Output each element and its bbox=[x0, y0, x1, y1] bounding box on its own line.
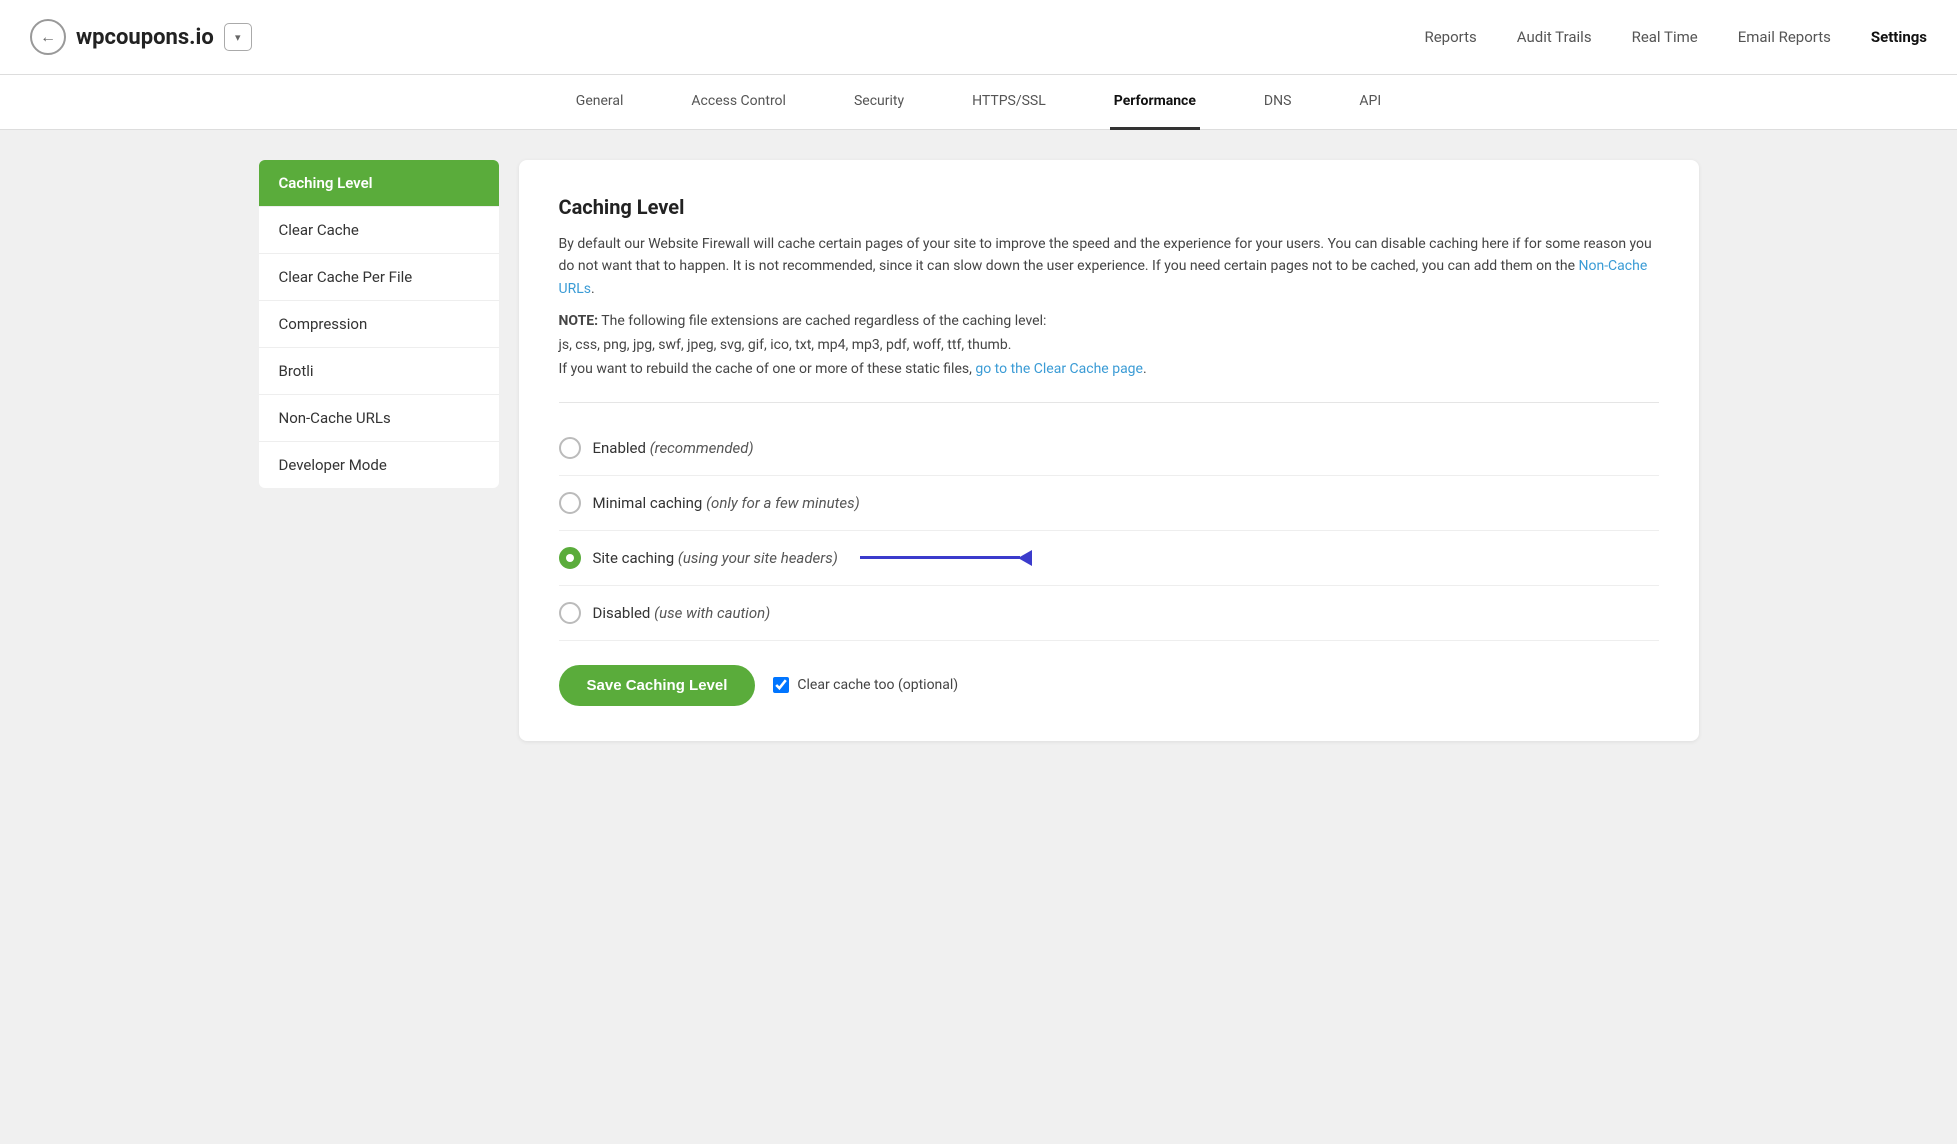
note-block: NOTE: The following file extensions are … bbox=[559, 310, 1659, 381]
save-section: Save Caching Level Clear cache too (opti… bbox=[559, 665, 1659, 706]
content-panel: Caching Level By default our Website Fir… bbox=[519, 160, 1699, 741]
app-header: ← wpcoupons.io ▾ Reports Audit Trails Re… bbox=[0, 0, 1957, 75]
description-text: By default our Website Firewall will cac… bbox=[559, 233, 1659, 300]
back-button[interactable]: ← bbox=[30, 19, 66, 55]
tab-api[interactable]: API bbox=[1355, 75, 1385, 130]
back-icon: ← bbox=[40, 27, 56, 47]
header-nav: Reports Audit Trails Real Time Email Rep… bbox=[1424, 28, 1927, 46]
nav-audit-trails[interactable]: Audit Trails bbox=[1517, 28, 1592, 46]
radio-enabled[interactable] bbox=[559, 437, 581, 459]
dropdown-icon: ▾ bbox=[235, 31, 241, 44]
nav-settings[interactable]: Settings bbox=[1871, 28, 1927, 46]
radio-minimal[interactable] bbox=[559, 492, 581, 514]
content-divider bbox=[559, 402, 1659, 403]
tab-dns[interactable]: DNS bbox=[1260, 75, 1296, 130]
radio-option-enabled[interactable]: Enabled (recommended) bbox=[559, 421, 1659, 476]
sidebar-item-non-cache-urls[interactable]: Non-Cache URLs bbox=[259, 395, 499, 442]
radio-option-site-caching[interactable]: Site caching (using your site headers) bbox=[559, 531, 1659, 586]
header-left: ← wpcoupons.io ▾ bbox=[30, 19, 1424, 55]
radio-site-caching[interactable] bbox=[559, 547, 581, 569]
clear-cache-checkbox-label[interactable]: Clear cache too (optional) bbox=[773, 677, 958, 693]
radio-disabled[interactable] bbox=[559, 602, 581, 624]
sidebar: Caching Level Clear Cache Clear Cache Pe… bbox=[259, 160, 499, 741]
main-layout: Caching Level Clear Cache Clear Cache Pe… bbox=[229, 130, 1729, 771]
radio-label-disabled: Disabled (use with caution) bbox=[593, 604, 771, 622]
tab-performance[interactable]: Performance bbox=[1110, 75, 1200, 130]
nav-real-time[interactable]: Real Time bbox=[1632, 28, 1698, 46]
radio-label-minimal: Minimal caching (only for a few minutes) bbox=[593, 494, 860, 512]
arrow-line bbox=[860, 556, 1020, 559]
clear-cache-checkbox-text: Clear cache too (optional) bbox=[797, 677, 958, 693]
sidebar-item-developer-mode[interactable]: Developer Mode bbox=[259, 442, 499, 488]
tab-access-control[interactable]: Access Control bbox=[687, 75, 790, 130]
site-name: wpcoupons.io bbox=[76, 25, 214, 50]
tab-https-ssl[interactable]: HTTPS/SSL bbox=[968, 75, 1050, 130]
sidebar-item-clear-cache[interactable]: Clear Cache bbox=[259, 207, 499, 254]
tab-general[interactable]: General bbox=[572, 75, 628, 130]
radio-option-disabled[interactable]: Disabled (use with caution) bbox=[559, 586, 1659, 641]
sidebar-item-caching-level[interactable]: Caching Level bbox=[259, 160, 499, 207]
site-dropdown-button[interactable]: ▾ bbox=[224, 23, 252, 51]
section-title: Caching Level bbox=[559, 195, 1659, 219]
radio-label-enabled: Enabled (recommended) bbox=[593, 439, 754, 457]
sidebar-item-brotli[interactable]: Brotli bbox=[259, 348, 499, 395]
arrow-head bbox=[1018, 550, 1032, 566]
tabs-bar: General Access Control Security HTTPS/SS… bbox=[0, 75, 1957, 130]
clear-cache-checkbox[interactable] bbox=[773, 677, 789, 693]
radio-label-site-caching: Site caching (using your site headers) bbox=[593, 549, 838, 567]
nav-reports[interactable]: Reports bbox=[1424, 28, 1476, 46]
tab-security[interactable]: Security bbox=[850, 75, 908, 130]
sidebar-item-clear-cache-per-file[interactable]: Clear Cache Per File bbox=[259, 254, 499, 301]
save-caching-level-button[interactable]: Save Caching Level bbox=[559, 665, 756, 706]
clear-cache-page-link[interactable]: go to the Clear Cache page bbox=[975, 361, 1143, 377]
nav-email-reports[interactable]: Email Reports bbox=[1738, 28, 1831, 46]
radio-option-minimal[interactable]: Minimal caching (only for a few minutes) bbox=[559, 476, 1659, 531]
sidebar-item-compression[interactable]: Compression bbox=[259, 301, 499, 348]
arrow-annotation bbox=[860, 550, 1032, 566]
